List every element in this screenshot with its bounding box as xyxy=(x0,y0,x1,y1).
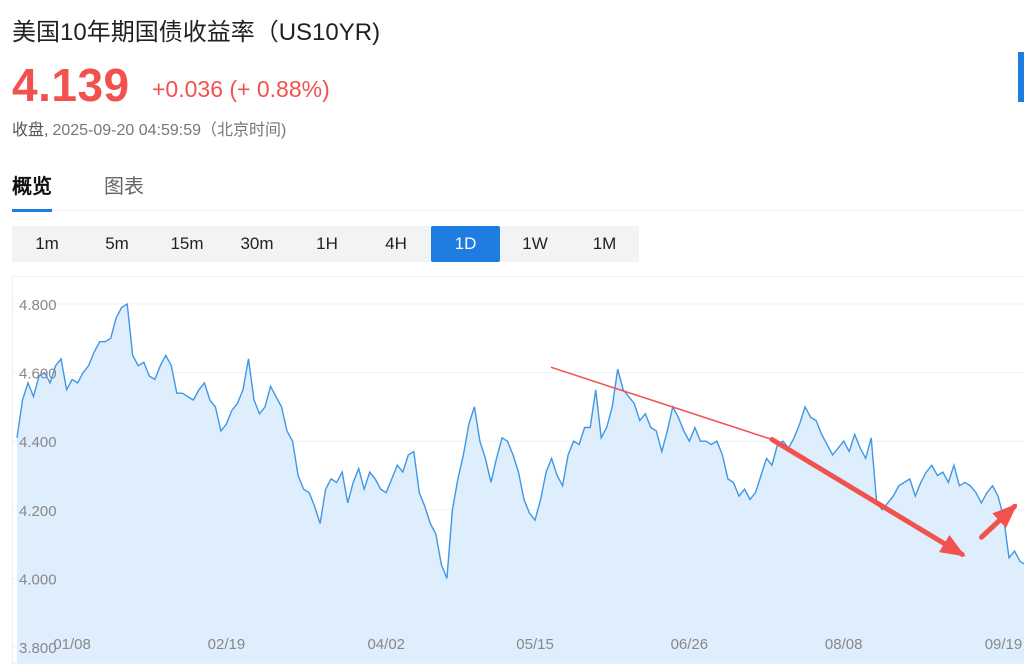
x-tick-label: 05/15 xyxy=(516,636,554,653)
x-tick-label: 01/08 xyxy=(53,636,91,653)
timeframe-1h[interactable]: 1H xyxy=(292,226,362,262)
timeframe-15m[interactable]: 15m xyxy=(152,226,222,262)
timeframe-1w[interactable]: 1W xyxy=(500,226,570,262)
x-tick-label: 06/26 xyxy=(671,636,709,653)
y-tick-label: 4.000 xyxy=(19,571,57,588)
timeframe-1m-month[interactable]: 1M xyxy=(570,226,639,262)
timeframe-selector: 1m 5m 15m 30m 1H 4H 1D 1W 1M xyxy=(12,226,639,262)
timeframe-30m[interactable]: 30m xyxy=(222,226,292,262)
x-tick-label: 02/19 xyxy=(208,636,246,653)
timeframe-4h[interactable]: 4H xyxy=(362,226,430,262)
y-tick-label: 4.400 xyxy=(19,434,57,451)
main-tabs: 概览 图表 xyxy=(12,170,1024,212)
x-tick-label: 04/02 xyxy=(367,636,405,653)
side-scroll-indicator[interactable] xyxy=(1018,52,1024,102)
close-timestamp: 2025-09-20 04:59:59（北京时间) xyxy=(52,122,287,139)
price-change: +0.036 (+ 0.88%) xyxy=(152,76,330,102)
x-tick-label: 09/19 xyxy=(985,636,1023,653)
timeframe-5m[interactable]: 5m xyxy=(82,226,152,262)
y-tick-label: 4.600 xyxy=(19,366,57,383)
yield-chart-svg[interactable]: 4.800 4.600 4.400 4.200 4.000 3.800 01/08 02/1… xyxy=(13,277,1024,663)
timeframe-1m[interactable]: 1m xyxy=(12,226,82,262)
y-tick-label: 4.800 xyxy=(19,297,57,314)
close-label: 收盘, xyxy=(12,122,49,139)
current-price: 4.139 xyxy=(12,59,130,111)
x-tick-label: 08/08 xyxy=(825,636,863,653)
close-info: 收盘, 2025-09-20 04:59:59（北京时间) xyxy=(12,116,286,140)
y-tick-label: 4.200 xyxy=(19,503,57,520)
yield-chart[interactable]: 4.800 4.600 4.400 4.200 4.000 3.800 01/08 02/1… xyxy=(12,276,1024,664)
tab-overview[interactable]: 概览 xyxy=(12,170,52,212)
y-tick-label: 3.800 xyxy=(19,640,57,657)
timeframe-1d[interactable]: 1D xyxy=(431,226,500,262)
tab-chart[interactable]: 图表 xyxy=(104,170,144,209)
page-title: 美国10年期国债收益率（US10YR) xyxy=(12,19,381,46)
